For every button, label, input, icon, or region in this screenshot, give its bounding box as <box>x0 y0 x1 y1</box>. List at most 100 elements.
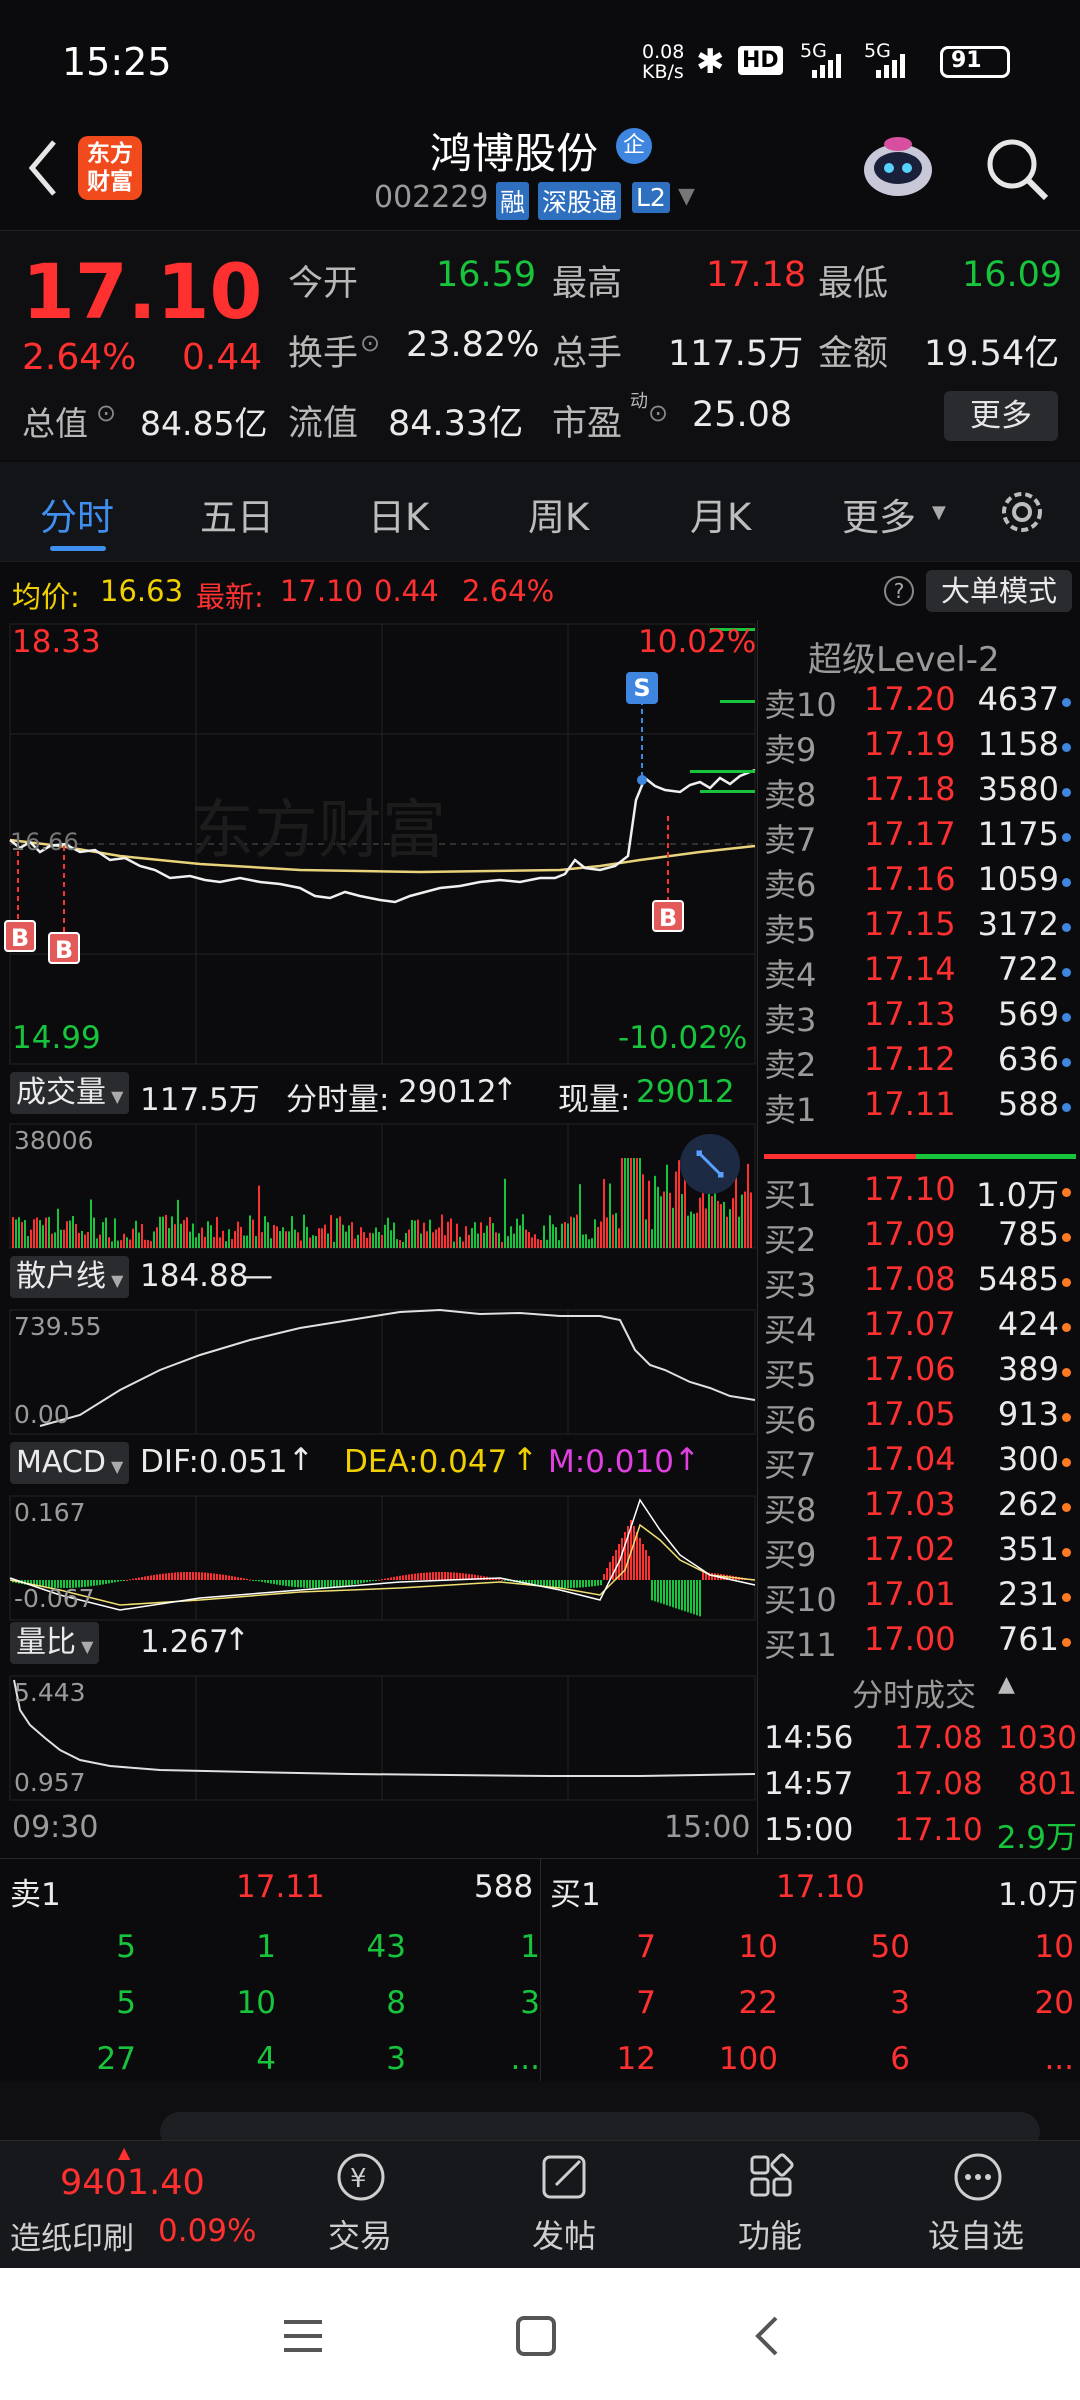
ask-level-label: 卖6 <box>764 866 817 904</box>
ratio-indicator-select[interactable]: 量比 ▼ <box>10 1622 100 1664</box>
tab-five-day[interactable]: 五日 <box>200 487 274 541</box>
tab-monthly-k[interactable]: 月K <box>690 487 751 541</box>
volume-bar <box>75 1224 77 1248</box>
app-logo[interactable]: 东方 财富 <box>78 136 142 200</box>
buy-marker-1[interactable]: B <box>4 920 36 952</box>
tab-weekly-k[interactable]: 周K <box>528 487 589 541</box>
volume-bar <box>540 1240 542 1248</box>
volume-bar <box>693 1213 695 1248</box>
volume-bar <box>525 1229 527 1248</box>
home-icon[interactable] <box>514 2314 558 2358</box>
queue-buy-order: ... <box>1044 2041 1074 2077</box>
ask-row[interactable]: 卖1 17.11 588 <box>758 1085 1080 1130</box>
macd-bar <box>318 1580 320 1588</box>
ask-row[interactable]: 卖6 17.16 1059 <box>758 860 1080 905</box>
volume-bar <box>594 1219 596 1248</box>
bid-row[interactable]: 买8 17.03 262 <box>758 1485 1080 1530</box>
buy-marker-2[interactable]: B <box>48 932 80 964</box>
retail-indicator-label: 散户线 <box>16 1259 106 1294</box>
bid-row[interactable]: 买10 17.01 231 <box>758 1575 1080 1620</box>
ask-row[interactable]: 卖3 17.13 569 <box>758 995 1080 1040</box>
trade-price: 17.10 <box>894 1812 983 1848</box>
ask-row[interactable]: 卖10 17.20 4637 <box>758 680 1080 725</box>
bid-row[interactable]: 买3 17.08 5485 <box>758 1260 1080 1305</box>
intraday-chart-area[interactable]: 东方财富 18.33 14.99 10.02% -10.02% 16.66 S … <box>0 620 757 1855</box>
settings-gear-icon[interactable] <box>996 486 1048 538</box>
info-icon[interactable]: ⊙ <box>96 399 116 427</box>
volume-bar <box>399 1240 401 1248</box>
volume-bar <box>150 1241 152 1248</box>
macd-bar <box>306 1580 308 1588</box>
caret-up-icon[interactable]: ▲ <box>998 1672 1015 1697</box>
volume-bar <box>162 1216 164 1248</box>
macd-bar <box>645 1550 647 1580</box>
bid-row[interactable]: 买4 17.07 424 <box>758 1305 1080 1350</box>
macd-bar <box>267 1580 269 1584</box>
ask-row[interactable]: 卖4 17.14 722 <box>758 950 1080 995</box>
more-dots-icon <box>954 2153 1002 2201</box>
macd-bar <box>429 1572 431 1580</box>
macd-bar <box>567 1580 569 1588</box>
macd-bar <box>606 1568 608 1580</box>
chevron-down-icon[interactable]: ▼ <box>678 184 695 209</box>
functions-button[interactable]: 功能 <box>726 2149 816 2261</box>
ask-row[interactable]: 卖9 17.19 1158 <box>758 725 1080 770</box>
bid-volume: 913 <box>997 1395 1059 1433</box>
post-button[interactable]: 发帖 <box>520 2149 610 2261</box>
volume-bar <box>744 1191 746 1248</box>
volume-axis-max: 38006 <box>14 1126 94 1155</box>
retail-indicator-select[interactable]: 散户线 ▼ <box>10 1256 130 1298</box>
macd-bar <box>237 1577 239 1580</box>
bid-row[interactable]: 买6 17.05 913 <box>758 1395 1080 1440</box>
macd-bar <box>273 1580 275 1585</box>
bid-row[interactable]: 买5 17.06 389 <box>758 1350 1080 1395</box>
macd-bar <box>315 1580 317 1588</box>
ask-row[interactable]: 卖2 17.12 636 <box>758 1040 1080 1085</box>
volume-bar <box>315 1235 317 1248</box>
tab-more[interactable]: 更多 <box>842 487 916 541</box>
info-icon[interactable]: ⊙ <box>360 329 380 357</box>
big-order-mode-button[interactable]: 大单模式 <box>926 570 1072 612</box>
bid-row[interactable]: 买7 17.04 300 <box>758 1440 1080 1485</box>
order-queue: 卖1 17.11 588 买1 17.10 1.0万 5 1 43 1 5 10 8 3 27 4… <box>0 1858 1080 2081</box>
queue-sell-order: 10 <box>236 1985 276 2021</box>
ask-row[interactable]: 卖8 17.18 3580 <box>758 770 1080 815</box>
back-icon[interactable] <box>18 130 68 200</box>
comment-bar-strip[interactable] <box>0 2082 1080 2152</box>
help-icon[interactable]: ? <box>884 576 914 606</box>
volume-bar <box>135 1220 137 1248</box>
bid-row[interactable]: 买9 17.02 351 <box>758 1530 1080 1575</box>
sell-marker[interactable]: S <box>626 672 658 704</box>
index-name[interactable]: 造纸印刷 <box>10 2213 134 2258</box>
robot-assistant-icon[interactable] <box>860 128 936 204</box>
tab-intraday[interactable]: 分时 <box>40 487 114 541</box>
back-nav-icon[interactable] <box>748 2312 788 2360</box>
volume-indicator-select[interactable]: 成交量 ▼ <box>10 1072 130 1114</box>
pct-axis-high: 10.02% <box>638 624 757 660</box>
watchlist-button[interactable]: 设自选 <box>920 2149 1040 2261</box>
buy-marker-3[interactable]: B <box>652 900 684 932</box>
expand-icon[interactable] <box>680 1134 740 1194</box>
volume-bar <box>87 1231 89 1248</box>
bid-row[interactable]: 买11 17.00 761 <box>758 1620 1080 1665</box>
macd-bar <box>504 1580 506 1581</box>
volume-bar <box>447 1221 449 1248</box>
bid-row[interactable]: 买1 17.10 1.0万 <box>758 1170 1080 1215</box>
macd-indicator-select[interactable]: MACD ▼ <box>10 1442 130 1484</box>
menu-icon[interactable] <box>278 2316 328 2356</box>
bid-row[interactable]: 买2 17.09 785 <box>758 1215 1080 1260</box>
search-icon[interactable] <box>982 134 1052 204</box>
ask-row[interactable]: 卖7 17.17 1175 <box>758 815 1080 860</box>
trade-button[interactable]: ¥ 交易 <box>316 2149 406 2261</box>
index-value[interactable]: 9401.40 <box>60 2163 205 2203</box>
tab-daily-k[interactable]: 日K <box>368 487 429 541</box>
info-icon[interactable]: ⊙ <box>648 399 668 427</box>
trade-row: 14:56 17.08 1030 <box>758 1720 1080 1765</box>
macd-bar <box>399 1575 401 1580</box>
queue-buy-volume: 1.0万 <box>998 1877 1079 1913</box>
trades-title[interactable]: 分时成交 <box>852 1670 976 1715</box>
more-button[interactable]: 更多 <box>944 391 1058 441</box>
macd-bar <box>192 1572 194 1580</box>
macd-bar <box>453 1572 455 1580</box>
ask-row[interactable]: 卖5 17.15 3172 <box>758 905 1080 950</box>
